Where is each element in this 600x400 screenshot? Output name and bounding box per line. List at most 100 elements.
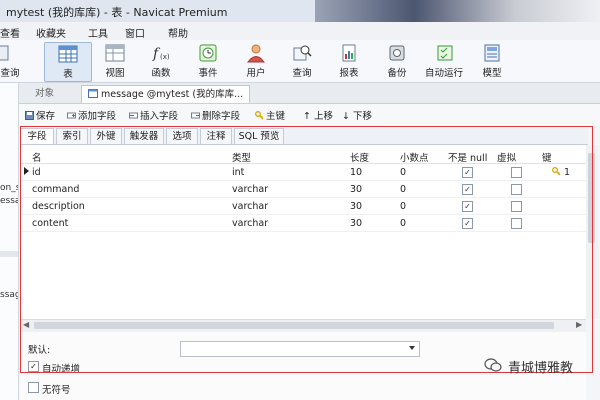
- table-icon: [88, 89, 98, 98]
- column-header-length[interactable]: 长度: [350, 150, 369, 164]
- primary-key-button[interactable]: 主键: [255, 108, 285, 122]
- auto-increment-checkbox[interactable]: ✓: [28, 361, 39, 372]
- field-decimals[interactable]: 0: [400, 184, 406, 195]
- field-name[interactable]: command: [32, 184, 79, 195]
- insert-field-button[interactable]: 插入字段: [129, 108, 178, 122]
- column-header-key[interactable]: 键: [542, 150, 552, 164]
- grid-vertical-scrollbar[interactable]: [586, 145, 598, 319]
- toolbar-report-button[interactable]: 报表: [326, 42, 372, 80]
- field-name[interactable]: description: [32, 201, 85, 212]
- scroll-left-icon[interactable]: ◀: [23, 320, 29, 329]
- field-decimals[interactable]: 0: [400, 218, 406, 229]
- add-field-button[interactable]: 添加字段: [67, 108, 116, 122]
- field-type[interactable]: varchar: [232, 184, 268, 195]
- grid-header: 名 类型 长度 小数点 不是 null 虚拟 键: [20, 147, 586, 164]
- field-name[interactable]: id: [32, 167, 41, 178]
- not-null-checkbox[interactable]: ✓: [462, 184, 473, 195]
- scroll-right-icon[interactable]: ▶: [576, 320, 582, 329]
- table-icon: [58, 45, 78, 63]
- not-null-checkbox[interactable]: ✓: [462, 218, 473, 229]
- toolbar-model-button[interactable]: 模型: [469, 42, 515, 80]
- title-bar: mytest (我的库库) - 表 - Navicat Premium: [0, 0, 600, 22]
- delete-field-button[interactable]: 删除字段: [191, 108, 240, 122]
- menu-favorites[interactable]: 收藏夹: [36, 25, 66, 40]
- event-clock-icon: [199, 44, 217, 62]
- wechat-logo-icon: [484, 358, 502, 372]
- not-null-checkbox[interactable]: ✓: [462, 167, 473, 178]
- report-icon: [342, 44, 356, 62]
- toolbar-autorun-button[interactable]: 自动运行: [423, 42, 469, 80]
- table-row[interactable]: id int 10 0 ✓ 1: [20, 164, 586, 181]
- auto-increment-label: 自动递增: [42, 364, 81, 375]
- field-type[interactable]: int: [232, 167, 244, 178]
- toolbar-query-fragment[interactable]: 查询: [0, 42, 24, 80]
- virtual-checkbox[interactable]: [511, 201, 522, 212]
- svg-text:(x): (x): [160, 53, 170, 61]
- toolbar-backup-button[interactable]: 备份: [374, 42, 420, 80]
- query-icon: [0, 45, 9, 61]
- toolbar-view-button[interactable]: 视图: [92, 42, 138, 80]
- tab-options[interactable]: 选项: [166, 128, 198, 144]
- unsigned-label: 无符号: [42, 385, 71, 396]
- tab-objects[interactable]: 对象: [27, 85, 62, 102]
- table-row[interactable]: command varchar 30 0 ✓: [20, 181, 586, 198]
- virtual-checkbox[interactable]: [511, 184, 522, 195]
- scrollbar-thumb[interactable]: [34, 322, 554, 329]
- toolbar-user-button[interactable]: 用户: [233, 42, 279, 80]
- column-header-type[interactable]: 类型: [232, 150, 251, 164]
- fields-grid: 名 类型 长度 小数点 不是 null 虚拟 键 id int 10 0 ✓ 1…: [20, 145, 586, 319]
- toolbar-event-button[interactable]: 事件: [185, 42, 231, 80]
- field-length[interactable]: 30: [350, 218, 362, 229]
- tab-comments[interactable]: 注释: [200, 128, 232, 144]
- arrow-up-icon: ↑: [303, 111, 314, 122]
- move-down-button[interactable]: ↓ 下移: [342, 108, 372, 122]
- save-icon: [25, 111, 34, 120]
- scrollbar-thumb[interactable]: [588, 153, 595, 243]
- delete-field-icon: [191, 112, 200, 119]
- grid-horizontal-scrollbar[interactable]: ◀ ▶: [20, 319, 586, 332]
- virtual-checkbox[interactable]: [511, 167, 522, 178]
- tab-sql-preview[interactable]: SQL 预览: [234, 128, 284, 144]
- column-header-name[interactable]: 名: [32, 150, 42, 164]
- field-decimals[interactable]: 0: [400, 167, 406, 178]
- toolbar-function-button[interactable]: f (x) 函数: [138, 42, 184, 80]
- field-type[interactable]: varchar: [232, 201, 268, 212]
- user-icon: [247, 44, 265, 63]
- watermark-text: 青城博雅教: [508, 361, 574, 376]
- pane-divider[interactable]: [0, 251, 18, 257]
- default-value-dropdown[interactable]: [180, 341, 420, 357]
- menu-help[interactable]: 帮助: [168, 25, 188, 40]
- navigator-item-fragment[interactable]: essa: [0, 196, 18, 206]
- menu-tools[interactable]: 工具: [88, 25, 108, 40]
- navigator-item-fragment[interactable]: on_s: [0, 183, 18, 193]
- tab-table-editor-label: message @mytest (我的库库...: [101, 89, 244, 100]
- field-length[interactable]: 30: [350, 184, 362, 195]
- menu-window[interactable]: 窗口: [125, 25, 145, 40]
- tab-foreign-keys[interactable]: 外键: [90, 128, 122, 144]
- field-type[interactable]: varchar: [232, 218, 268, 229]
- column-header-not-null[interactable]: 不是 null: [448, 150, 487, 164]
- field-length[interactable]: 10: [350, 167, 362, 178]
- virtual-checkbox[interactable]: [511, 218, 522, 229]
- navigator-item-fragment[interactable]: ssage: [0, 290, 18, 300]
- move-up-button[interactable]: ↑ 上移: [303, 108, 333, 122]
- column-header-virtual[interactable]: 虚拟: [497, 150, 516, 164]
- field-name[interactable]: content: [32, 218, 68, 229]
- chevron-down-icon: [409, 346, 415, 350]
- table-row[interactable]: description varchar 30 0 ✓: [20, 198, 586, 215]
- toolbar-table-button[interactable]: 表: [44, 42, 92, 82]
- backup-icon: [389, 45, 405, 61]
- toolbar-query-button[interactable]: 查询: [279, 42, 325, 80]
- unsigned-checkbox[interactable]: [28, 382, 39, 393]
- tab-fields[interactable]: 字段: [20, 128, 54, 144]
- save-button[interactable]: 保存: [25, 108, 55, 122]
- tab-table-editor[interactable]: message @mytest (我的库库...: [81, 85, 251, 103]
- field-length[interactable]: 30: [350, 201, 362, 212]
- tab-triggers[interactable]: 触发器: [124, 128, 164, 144]
- tab-indexes[interactable]: 索引: [56, 128, 88, 144]
- table-row[interactable]: content varchar 30 0 ✓: [20, 215, 586, 232]
- column-header-decimals[interactable]: 小数点: [400, 150, 429, 164]
- field-decimals[interactable]: 0: [400, 201, 406, 212]
- not-null-checkbox[interactable]: ✓: [462, 201, 473, 212]
- menu-view[interactable]: 查看: [0, 25, 20, 40]
